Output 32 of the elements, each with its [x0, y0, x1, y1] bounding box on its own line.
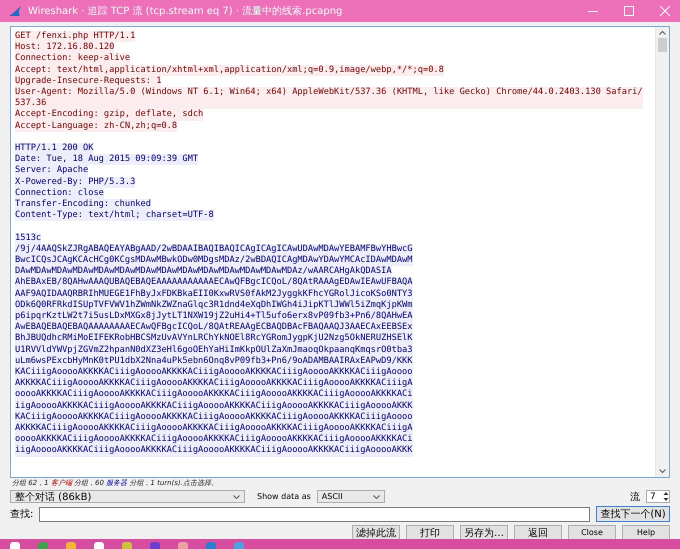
find-input[interactable] — [39, 506, 590, 522]
chevron-down-icon — [233, 494, 240, 498]
find-label: 查找: — [10, 508, 34, 521]
taskbar-icon[interactable] — [10, 542, 20, 549]
close-icon — [660, 6, 670, 16]
dialog-button[interactable]: 返回 — [514, 525, 562, 540]
chevron-down-icon — [372, 494, 380, 498]
dialog-button[interactable]: Close — [568, 525, 616, 540]
scroll-up-icon[interactable] — [659, 30, 666, 36]
spin-arrows-icon — [663, 491, 669, 502]
stream-number-spinbox[interactable]: 7 — [646, 490, 670, 503]
taskbar-icon[interactable] — [150, 542, 160, 549]
scroll-down-icon[interactable] — [659, 468, 666, 474]
find-next-button[interactable]: 查找下一个(N) — [596, 506, 670, 522]
shark-fin-icon — [8, 5, 22, 17]
window-title: Wireshark · 追踪 TCP 流 (tcp.stream eq 7) · 流量中的线索.pcapng — [28, 4, 344, 18]
taskbar-icon[interactable] — [94, 542, 104, 549]
conversation-dropdown[interactable]: 整个对话 (86kB) — [10, 490, 245, 503]
scrollbar-thumb[interactable] — [658, 38, 667, 52]
dialog-button[interactable]: 另存为… — [460, 525, 508, 540]
dialog-button[interactable]: 打印 — [406, 525, 454, 540]
stream-text-area[interactable] — [10, 26, 670, 478]
taskbar-icon[interactable] — [178, 542, 188, 549]
maximize-icon — [624, 6, 634, 16]
taskbar-icon[interactable] — [122, 542, 132, 549]
taskbar-icon[interactable] — [66, 542, 76, 549]
dialog-button[interactable]: Help — [622, 525, 670, 540]
dialog-button[interactable]: 滤掉此流 — [352, 525, 400, 540]
stream-label: 流 — [630, 490, 640, 504]
show-data-label: Show data as — [257, 492, 311, 501]
data-format-dropdown[interactable]: ASCII — [316, 490, 385, 503]
vertical-scrollbar[interactable] — [655, 27, 669, 477]
